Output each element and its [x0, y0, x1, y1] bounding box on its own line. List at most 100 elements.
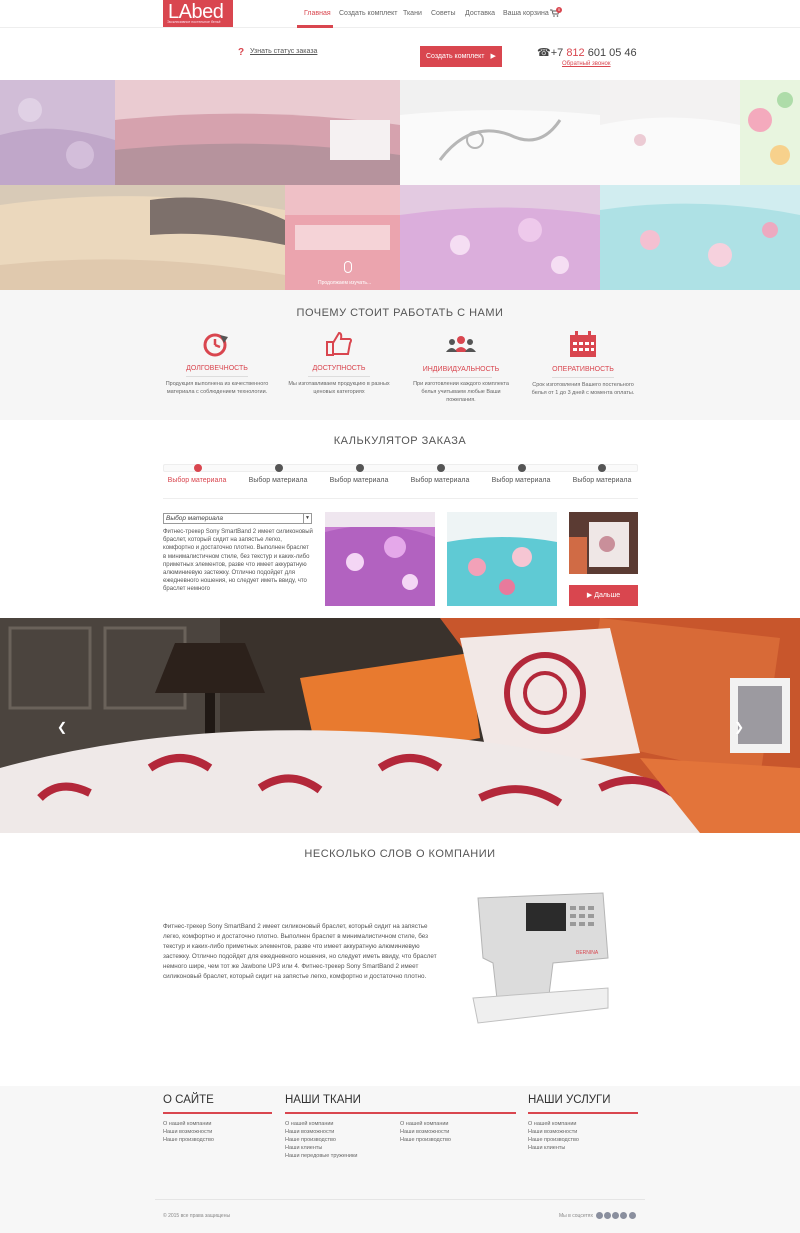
phone-digits: 601 05 46 [587, 47, 637, 59]
about-text: Фитнес-трекер Sony SmartBand 2 имеет сил… [163, 923, 437, 980]
step-dot[interactable] [437, 464, 445, 472]
callback-link[interactable]: Обратный звонок [562, 61, 611, 67]
twitter-icon[interactable] [612, 1212, 619, 1219]
footer-title: О САЙТЕ [163, 1094, 214, 1106]
footer-link[interactable]: Наши клиенты [528, 1145, 565, 1151]
step-dot[interactable] [275, 464, 283, 472]
footer-link[interactable]: Наше производство [528, 1137, 579, 1143]
footer-title: НАШИ ТКАНИ [285, 1094, 361, 1106]
footer-link[interactable]: Наши возможности [528, 1129, 577, 1135]
nav-fabrics[interactable]: Ткани [403, 10, 422, 17]
footer-link[interactable]: Наши возможности [285, 1129, 334, 1135]
feature-description: При изготовлении каждого комплекта белья… [413, 381, 509, 403]
scroll-hint: Продолжаем изучать... [318, 280, 372, 286]
order-status-link[interactable]: Узнать статус заказа [250, 48, 317, 55]
footer-title: НАШИ УСЛУГИ [528, 1094, 611, 1106]
hero-collage [0, 80, 800, 290]
step-dot[interactable] [518, 464, 526, 472]
step-dot[interactable] [356, 464, 364, 472]
people-icon [446, 336, 476, 352]
play-arrow-icon: ▶ [490, 53, 496, 60]
fabric-thumbnail[interactable] [569, 512, 638, 574]
why-us-title: ПОЧЕМУ СТОИТ РАБОТАТЬ С НАМИ [296, 307, 504, 319]
nav-home[interactable]: Главная [304, 10, 331, 17]
logo-tagline: Эксклюзивное постельное бельё [167, 20, 221, 24]
step-label[interactable]: Выбор материала [238, 477, 318, 484]
top-header [0, 0, 800, 28]
step-label[interactable]: Выбор материала [481, 477, 561, 484]
nav-cart[interactable]: Ваша корзина [503, 10, 549, 17]
create-set-button-label: Создать комплект [426, 53, 485, 60]
footer-link[interactable]: О нашей компании [163, 1121, 212, 1127]
calculator-title: КАЛЬКУЛЯТОР ЗАКАЗА [333, 435, 467, 447]
thumbs-up-icon [326, 331, 352, 356]
create-set-button[interactable]: Создать комплект ▶ [420, 46, 502, 67]
phone-number: ☎+7 812 601 05 46 [537, 46, 637, 59]
footer-link[interactable]: Наши возможности [163, 1129, 212, 1135]
about-title: НЕСКОЛЬКО СЛОВ О КОМПАНИИ [304, 848, 496, 860]
footer-link[interactable]: Наше производство [163, 1137, 214, 1143]
step-label[interactable]: Выбор материала [562, 477, 642, 484]
step-label[interactable]: Выбор материала [400, 477, 480, 484]
bedroom-photo [0, 618, 800, 833]
divider [430, 377, 492, 378]
phone-prefix: ☎+7 [537, 47, 564, 59]
nav-delivery[interactable]: Доставка [465, 10, 495, 17]
divider [163, 498, 638, 499]
footer-link[interactable]: Наши клиенты [285, 1145, 322, 1151]
step-label[interactable]: Выбор материала [319, 477, 399, 484]
fabric-thumbnail[interactable] [447, 512, 557, 606]
feature-description: Срок изготовления Вашего постельного бел… [531, 382, 635, 396]
footer-link[interactable]: Наше производство [285, 1137, 336, 1143]
bedroom-slider [0, 618, 800, 833]
feature-description: Мы изготавливаем продукцию в разных цено… [288, 381, 390, 395]
fabric-thumbnail[interactable] [325, 512, 435, 606]
divider [186, 376, 248, 377]
feature-description: Продукция выполнена из качественного мат… [165, 381, 269, 395]
footer-link[interactable]: О нашей компании [285, 1121, 334, 1127]
footer-link[interactable]: Наше производство [400, 1137, 451, 1143]
odnoklassniki-icon[interactable] [596, 1212, 603, 1219]
social-label: Мы в соцсетях [559, 1213, 593, 1219]
cart-count-badge: 0 [556, 7, 562, 13]
feature-title: ОПЕРАТИВНОСТЬ [552, 366, 614, 373]
material-select-value: Выбор материала [166, 515, 223, 522]
footer-link[interactable]: О нашей компании [400, 1121, 449, 1127]
mouse-scroll-icon[interactable] [344, 261, 352, 273]
footer [0, 1086, 800, 1233]
steps-progress-bar [163, 464, 638, 472]
nav-create-set[interactable]: Создать комплект [339, 10, 398, 17]
step-label[interactable]: Выбор материала [157, 477, 237, 484]
copyright: © 2015 все права защищены [163, 1213, 231, 1219]
divider [308, 376, 370, 377]
sewing-machine-image: BERNINA [472, 892, 609, 1024]
nav-active-indicator [297, 25, 333, 28]
footer-link[interactable]: Наши передовые труженики [285, 1153, 357, 1159]
feature-title: ИНДИВИДУАЛЬНОСТЬ [422, 366, 500, 373]
feature-title: ДОЛГОВЕЧНОСТЬ [186, 365, 248, 372]
footer-underline [163, 1112, 272, 1114]
step-dot[interactable] [598, 464, 606, 472]
logo[interactable]: LAbed Эксклюзивное постельное бельё [163, 0, 233, 27]
footer-underline [285, 1112, 516, 1114]
divider [552, 377, 614, 378]
google-plus-icon[interactable] [629, 1212, 636, 1219]
step-dot-active[interactable] [194, 464, 202, 472]
machine-brand-label: BERNINA [576, 950, 599, 956]
nav-tips[interactable]: Советы [431, 10, 456, 17]
material-select[interactable]: Выбор материала ▼ [163, 513, 312, 524]
facebook-icon[interactable] [620, 1212, 627, 1219]
divider [155, 1199, 645, 1200]
feature-title: ДОСТУПНОСТЬ [312, 365, 366, 372]
chevron-down-icon: ▼ [303, 514, 311, 523]
vk-icon[interactable] [604, 1212, 611, 1219]
footer-link[interactable]: Наши возможности [400, 1129, 449, 1135]
footer-link[interactable]: О нашей компании [528, 1121, 577, 1127]
calendar-icon [570, 331, 596, 357]
question-icon: ? [238, 47, 245, 58]
footer-underline [528, 1112, 638, 1114]
chevron-left-icon[interactable]: ❮ [57, 720, 67, 734]
chevron-right-icon[interactable]: ❯ [734, 720, 744, 734]
material-description: Фитнес-трекер Sony SmartBand 2 имеет сил… [163, 529, 313, 593]
next-button[interactable]: ▶ Дальше [569, 585, 638, 606]
